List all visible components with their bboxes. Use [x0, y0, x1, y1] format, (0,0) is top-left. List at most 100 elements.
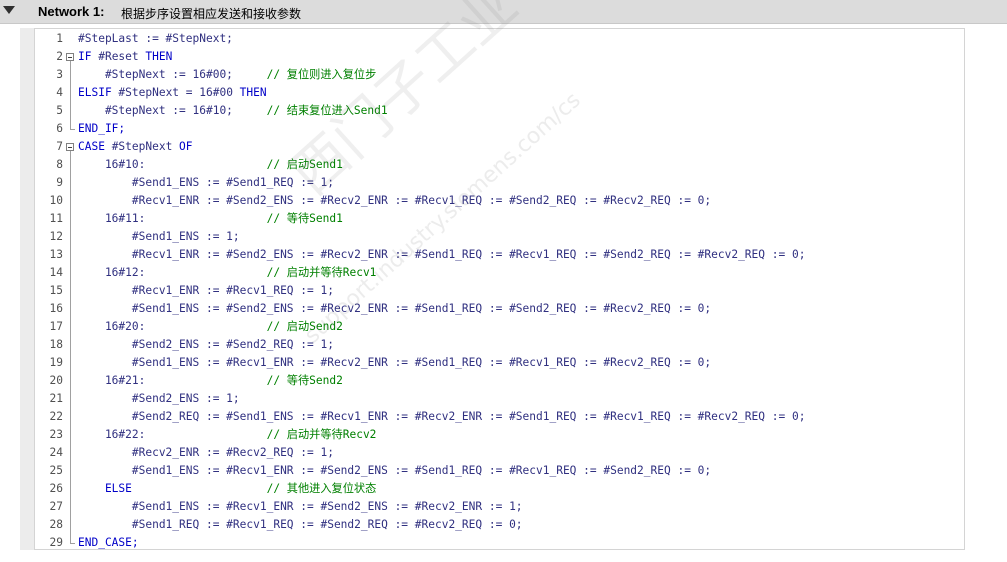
- code-line[interactable]: #Send1_ENS := 1;: [78, 228, 962, 246]
- code-token: 16#10:: [78, 158, 267, 171]
- line-number: 1: [56, 32, 63, 45]
- code-line[interactable]: #Send1_ENS := #Send2_ENS := #Recv2_ENR :…: [78, 300, 962, 318]
- code-comment: // 结束复位进入Send1: [266, 104, 388, 117]
- fold-range-line: [70, 151, 71, 543]
- code-token: #Send1_ENS := #Recv1_ENR := #Recv2_ENR :…: [78, 356, 712, 369]
- line-number: 9: [56, 176, 63, 189]
- code-line[interactable]: #Recv1_ENR := #Send2_ENS := #Recv2_ENR :…: [78, 192, 962, 210]
- code-line[interactable]: #Send2_ENS := #Send2_REQ := 1;: [78, 336, 962, 354]
- line-number: 17: [49, 320, 63, 333]
- line-number: 7: [56, 140, 63, 153]
- code-comment: // 启动并等待Recv2: [266, 428, 377, 441]
- code-keyword: ELSIF: [78, 86, 119, 99]
- code-keyword: IF: [78, 50, 99, 63]
- code-token: #Recv1_ENR := #Send2_ENS := #Recv2_ENR :…: [78, 248, 806, 261]
- code-token: #Send1_ENS := 1;: [78, 230, 240, 243]
- code-keyword: CASE: [78, 140, 112, 153]
- collapse-triangle-icon[interactable]: [3, 6, 15, 14]
- line-number-gutter: 1 2 3 4 5 6 7 8 9 10 11 12 13 14 15 16 17 18 19 20 21 22 23 24 2…: [35, 30, 63, 552]
- code-line[interactable]: 16#12: // 启动并等待Recv1: [78, 264, 962, 282]
- code-line[interactable]: #StepNext := 16#00; // 复位则进入复位步: [78, 66, 962, 84]
- line-number: 25: [49, 464, 63, 477]
- code-comment: // 等待Send1: [266, 212, 343, 225]
- network-label: Network 1:: [38, 4, 105, 19]
- code-token: #Send2_ENS := 1;: [78, 392, 240, 405]
- line-number: 22: [49, 410, 63, 423]
- code-line[interactable]: #Send1_ENS := #Recv1_ENR := #Send2_ENS :…: [78, 462, 962, 480]
- line-number: 19: [49, 356, 63, 369]
- line-number: 3: [56, 68, 63, 81]
- line-number: 16: [49, 302, 63, 315]
- code-token: 16#20:: [78, 320, 267, 333]
- code-token: #StepNext: [111, 140, 180, 153]
- line-number: 2: [56, 50, 63, 63]
- code-comment: // 启动Send1: [266, 158, 343, 171]
- network-title[interactable]: 根据步序设置相应发送和接收参数: [121, 5, 301, 22]
- code-line[interactable]: #Send1_REQ := #Recv1_REQ := #Send2_REQ :…: [78, 516, 962, 534]
- code-line[interactable]: ELSIF #StepNext = 16#00 THEN: [78, 84, 962, 102]
- code-token: #StepNext = 16#00: [118, 86, 240, 99]
- code-token: #Recv1_ENR := #Recv1_REQ := 1;: [78, 284, 334, 297]
- network-header[interactable]: Network 1: 根据步序设置相应发送和接收参数: [0, 0, 1007, 24]
- code-line[interactable]: END_CASE;: [78, 534, 962, 552]
- code-token: #Send1_REQ := #Recv1_REQ := #Send2_REQ :…: [78, 518, 523, 531]
- code-line[interactable]: END_IF;: [78, 120, 962, 138]
- code-line[interactable]: #Send1_ENS := #Send1_REQ := 1;: [78, 174, 962, 192]
- code-line[interactable]: #Recv2_ENR := #Recv2_REQ := 1;: [78, 444, 962, 462]
- code-token: 16#11:: [78, 212, 267, 225]
- line-number: 12: [49, 230, 63, 243]
- code-token: #StepNext := 16#00;: [78, 68, 267, 81]
- code-comment: // 其他进入复位状态: [266, 482, 377, 495]
- code-token: #Recv2_ENR := #Recv2_REQ := 1;: [78, 446, 334, 459]
- code-keyword: THEN: [239, 86, 267, 99]
- line-number: 14: [49, 266, 63, 279]
- code-comment: // 启动并等待Recv1: [266, 266, 377, 279]
- code-token: #Reset: [98, 50, 146, 63]
- line-number: 23: [49, 428, 63, 441]
- network-left-margin: [20, 28, 34, 550]
- code-token: #StepLast := #StepNext;: [78, 32, 233, 45]
- code-line[interactable]: 16#11: // 等待Send1: [78, 210, 962, 228]
- code-line[interactable]: 16#21: // 等待Send2: [78, 372, 962, 390]
- code-line[interactable]: CASE #StepNext OF: [78, 138, 962, 156]
- code-keyword: END_IF;: [78, 122, 126, 135]
- code-line[interactable]: 16#22: // 启动并等待Recv2: [78, 426, 962, 444]
- line-number: 21: [49, 392, 63, 405]
- fold-collapse-icon[interactable]: [66, 143, 74, 151]
- code-line[interactable]: #Recv1_ENR := #Recv1_REQ := 1;: [78, 282, 962, 300]
- code-token: 16#12:: [78, 266, 267, 279]
- code-token: #Send1_ENS := #Recv1_ENR := #Send2_ENS :…: [78, 500, 523, 513]
- fold-gutter[interactable]: [64, 30, 76, 550]
- line-number: 27: [49, 500, 63, 513]
- line-number: 5: [56, 104, 63, 117]
- code-token: #Recv1_ENR := #Send2_ENS := #Recv2_ENR :…: [78, 194, 712, 207]
- code-line[interactable]: #Send2_REQ := #Send1_ENS := #Recv1_ENR :…: [78, 408, 962, 426]
- code-keyword: THEN: [145, 50, 173, 63]
- code-line[interactable]: IF #Reset THEN: [78, 48, 962, 66]
- line-number: 4: [56, 86, 63, 99]
- line-number: 15: [49, 284, 63, 297]
- code-line[interactable]: #StepLast := #StepNext;: [78, 30, 962, 48]
- code-line[interactable]: #Send1_ENS := #Recv1_ENR := #Send2_ENS :…: [78, 498, 962, 516]
- line-number: 20: [49, 374, 63, 387]
- line-number: 11: [49, 212, 63, 225]
- code-keyword: ELSE: [78, 482, 267, 495]
- line-number: 6: [56, 122, 63, 135]
- code-area[interactable]: #StepLast := #StepNext; IF #Reset THEN #S…: [78, 30, 962, 552]
- fold-collapse-icon[interactable]: [66, 53, 74, 61]
- fold-end-marker: [70, 129, 75, 130]
- code-line[interactable]: 16#20: // 启动Send2: [78, 318, 962, 336]
- line-number: 13: [49, 248, 63, 261]
- line-number: 24: [49, 446, 63, 459]
- scl-code-editor[interactable]: 1 2 3 4 5 6 7 8 9 10 11 12 13 14 15 16 17 18 19 20 21 22 23 24 2…: [34, 28, 965, 550]
- line-number: 10: [49, 194, 63, 207]
- code-line[interactable]: #Send1_ENS := #Recv1_ENR := #Recv2_ENR :…: [78, 354, 962, 372]
- code-line[interactable]: #Recv1_ENR := #Send2_ENS := #Recv2_ENR :…: [78, 246, 962, 264]
- code-comment: // 启动Send2: [266, 320, 343, 333]
- code-line[interactable]: #Send2_ENS := 1;: [78, 390, 962, 408]
- code-line[interactable]: 16#10: // 启动Send1: [78, 156, 962, 174]
- code-line[interactable]: #StepNext := 16#10; // 结束复位进入Send1: [78, 102, 962, 120]
- code-line[interactable]: ELSE // 其他进入复位状态: [78, 480, 962, 498]
- code-comment: // 复位则进入复位步: [266, 68, 377, 81]
- code-comment: // 等待Send2: [266, 374, 343, 387]
